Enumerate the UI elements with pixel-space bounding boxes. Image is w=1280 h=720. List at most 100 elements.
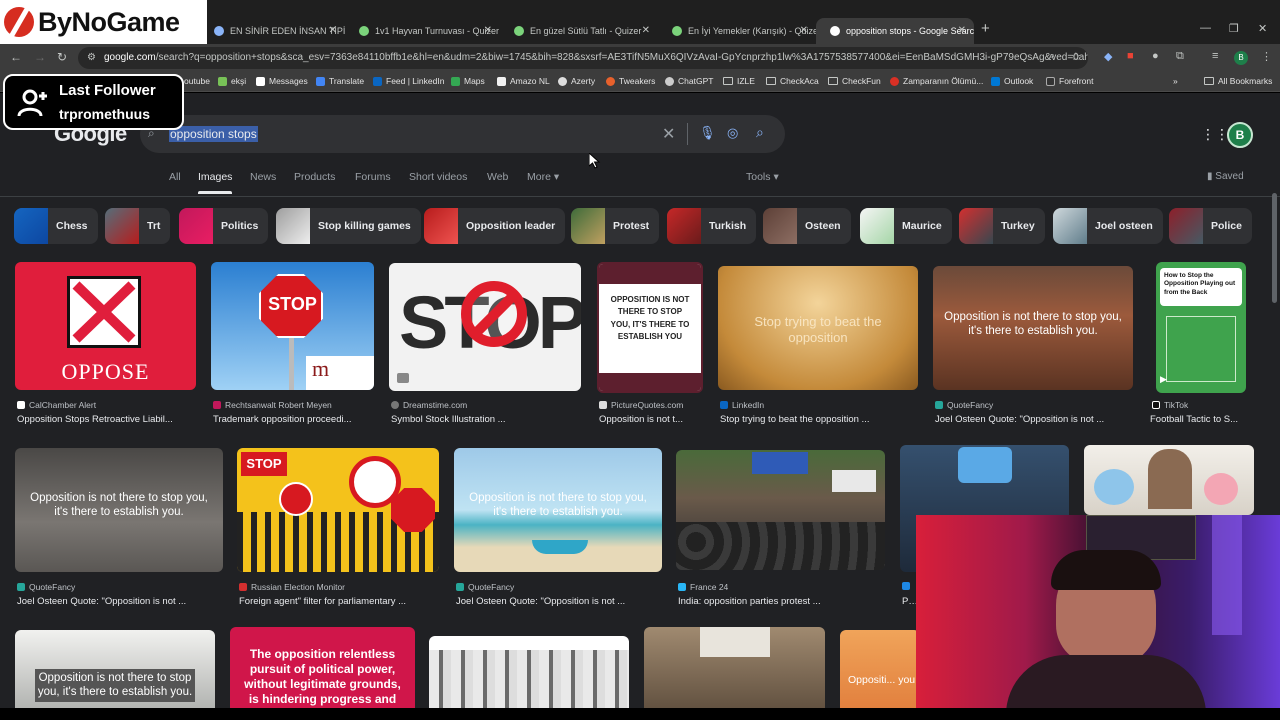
bookmark-star-icon[interactable]: ☆ (1071, 50, 1081, 63)
address-bar[interactable]: ⚙ google.com/search?q=opposition+stops&s… (78, 47, 1088, 69)
tab-forums[interactable]: Forums (355, 171, 391, 183)
result-title[interactable]: Symbol Stock Illustration ... (391, 414, 581, 425)
browser-tab[interactable]: 1v1 Hayvan Turnuvası - Quizer ✕ (345, 18, 500, 44)
chip-joel-osteen[interactable]: Joel osteen (1053, 208, 1163, 244)
zoom-icon[interactable]: ⌕ (1049, 50, 1055, 63)
menu-dots-icon[interactable]: ⋮ (1261, 50, 1272, 63)
result-title[interactable]: Football Tactic to S... (1150, 414, 1246, 425)
bookmark-item[interactable]: Zamparanın Ölümü... (890, 76, 983, 86)
all-bookmarks[interactable]: All Bookmarks (1204, 76, 1272, 86)
tab-close-icon[interactable]: ✕ (642, 25, 650, 36)
browser-tab[interactable]: EN SİNİR EDEN İNSAN TİPİ - Quizer ✕ (200, 18, 345, 44)
bookmark-item[interactable]: Tweakers (606, 76, 655, 86)
tab-more[interactable]: More ▾ (527, 171, 559, 183)
chip-chess[interactable]: Chess (14, 208, 98, 244)
tab-close-icon[interactable]: ✕ (958, 25, 966, 36)
forward-arrow-icon[interactable]: → (34, 50, 46, 64)
extension-icon[interactable]: ■ (1127, 50, 1134, 62)
result-image[interactable]: OPPOSE (15, 262, 196, 390)
bookmark-item[interactable]: ekşi (218, 76, 246, 86)
browser-tab[interactable]: En güzel Sütlü Tatlı - Quizer ✕ (500, 18, 658, 44)
result-image[interactable]: Opposition is not there to stop you, it'… (454, 448, 662, 572)
extension-icon[interactable]: ● (1152, 50, 1159, 62)
chip-protest[interactable]: Protest (571, 208, 660, 244)
chip-stop-killing-games[interactable]: Stop killing games (276, 208, 421, 244)
microphone-icon[interactable]: 🎙 (699, 125, 716, 141)
result-image[interactable]: Oppositi... you, it's th... (840, 630, 920, 708)
bookmark-item[interactable]: Amazo NL (497, 76, 550, 86)
result-title[interactable]: PO... (902, 596, 916, 607)
result-title[interactable]: Trademark opposition proceedi... (213, 414, 373, 425)
tab-web[interactable]: Web (487, 171, 508, 183)
tools-button[interactable]: Tools ▾ (746, 171, 779, 183)
result-image[interactable]: How to Stop the Opposition Playing out f… (1156, 262, 1246, 393)
extensions-puzzle-icon[interactable]: ⧉ (1176, 50, 1184, 63)
saved-button[interactable]: ▮ Saved (1207, 171, 1244, 182)
search-input[interactable]: opposition stops (169, 126, 258, 142)
bookmark-item[interactable]: Azerty (558, 76, 595, 86)
result-title[interactable]: Joel Osteen Quote: "Opposition is not ..… (935, 414, 1130, 425)
back-arrow-icon[interactable]: ← (10, 50, 22, 64)
chip-police[interactable]: Police (1169, 208, 1252, 244)
tab-close-icon[interactable]: ✕ (329, 25, 337, 36)
bookmark-item[interactable]: Feed | LinkedIn (373, 76, 444, 86)
result-image[interactable]: Opposition is not there to stop you, it'… (933, 266, 1133, 390)
chip-turkey[interactable]: Turkey (959, 208, 1045, 244)
bookmark-folder[interactable]: CheckAca (766, 76, 819, 86)
bookmark-folder[interactable]: IZLE (723, 76, 755, 86)
result-image[interactable]: Opposition is not there to stop you, it'… (15, 448, 223, 572)
result-image[interactable]: Opposition is not there to stop you, it'… (15, 630, 215, 708)
chip-turkish[interactable]: Turkish (667, 208, 757, 244)
tab-short-videos[interactable]: Short videos (409, 171, 467, 183)
result-image[interactable]: STOP (237, 448, 439, 572)
tab-close-icon[interactable]: ✕ (800, 25, 808, 36)
chip-trt[interactable]: Trt (105, 208, 171, 244)
tab-images[interactable]: Images (198, 171, 233, 194)
result-image[interactable] (1084, 445, 1254, 515)
chip-maurice[interactable]: Maurice (860, 208, 952, 244)
search-box[interactable]: ⌕ opposition stops ✕ 🎙 ◎ ⌕ (140, 115, 785, 153)
result-title[interactable]: Foreign agent" filter for parliamentary … (239, 596, 439, 607)
result-image[interactable] (644, 627, 825, 708)
result-image[interactable]: The opposition relentless pursuit of pol… (230, 627, 415, 708)
tab-search-icon[interactable]: ≡ (1212, 50, 1218, 62)
search-submit-icon[interactable]: ⌕ (756, 124, 764, 141)
result-title[interactable]: Opposition Stops Retroactive Liabil... (17, 414, 197, 425)
bookmark-item[interactable]: Maps (451, 76, 485, 86)
result-image[interactable] (429, 636, 629, 708)
clear-icon[interactable]: ✕ (662, 124, 675, 144)
bookmark-folder[interactable]: CheckFun (828, 76, 881, 86)
bookmark-item[interactable]: Translate (316, 76, 364, 86)
result-image[interactable] (676, 450, 885, 570)
account-avatar[interactable]: B (1227, 122, 1253, 148)
bookmark-item[interactable]: Forefront (1046, 76, 1094, 86)
bookmark-item[interactable]: ChatGPT (665, 76, 713, 86)
result-title[interactable]: India: opposition parties protest ... (678, 596, 883, 607)
tab-close-icon[interactable]: ✕ (484, 25, 492, 36)
new-tab-plus-icon[interactable]: + (981, 20, 990, 37)
result-image[interactable]: OPPOSITION IS NOT THERE TO STOP YOU, IT'… (597, 262, 703, 393)
bookmarks-overflow-icon[interactable]: » (1173, 76, 1178, 86)
reload-icon[interactable]: ↻ (57, 50, 67, 64)
result-image[interactable]: Stop trying to beat the opposition (718, 266, 918, 390)
result-title[interactable]: Opposition is not t... (599, 414, 704, 425)
result-image[interactable]: STOP (389, 263, 581, 391)
tab-news[interactable]: News (250, 171, 276, 183)
tab-products[interactable]: Products (294, 171, 335, 183)
bookmark-item[interactable]: Outlook (991, 76, 1033, 86)
window-close-icon[interactable]: ✕ (1258, 22, 1267, 35)
chip-osteen[interactable]: Osteen (763, 208, 851, 244)
lens-camera-icon[interactable]: ◎ (727, 125, 738, 141)
result-image[interactable]: STOP m (211, 262, 374, 390)
site-info-icon[interactable]: ⚙ (87, 47, 96, 69)
chip-politics[interactable]: Politics (179, 208, 269, 244)
result-title[interactable]: Joel Osteen Quote: "Opposition is not ..… (17, 596, 222, 607)
bookmark-item[interactable]: Messages (256, 76, 308, 86)
profile-avatar[interactable]: B (1234, 51, 1248, 65)
chip-opposition-leader[interactable]: Opposition leader (424, 208, 566, 244)
result-title[interactable]: Joel Osteen Quote: "Opposition is not ..… (456, 596, 661, 607)
page-scrollbar[interactable] (1272, 193, 1277, 303)
tab-all[interactable]: All (169, 171, 181, 183)
restore-icon[interactable]: ❐ (1229, 22, 1239, 35)
result-title[interactable]: Stop trying to beat the opposition ... (720, 414, 915, 425)
